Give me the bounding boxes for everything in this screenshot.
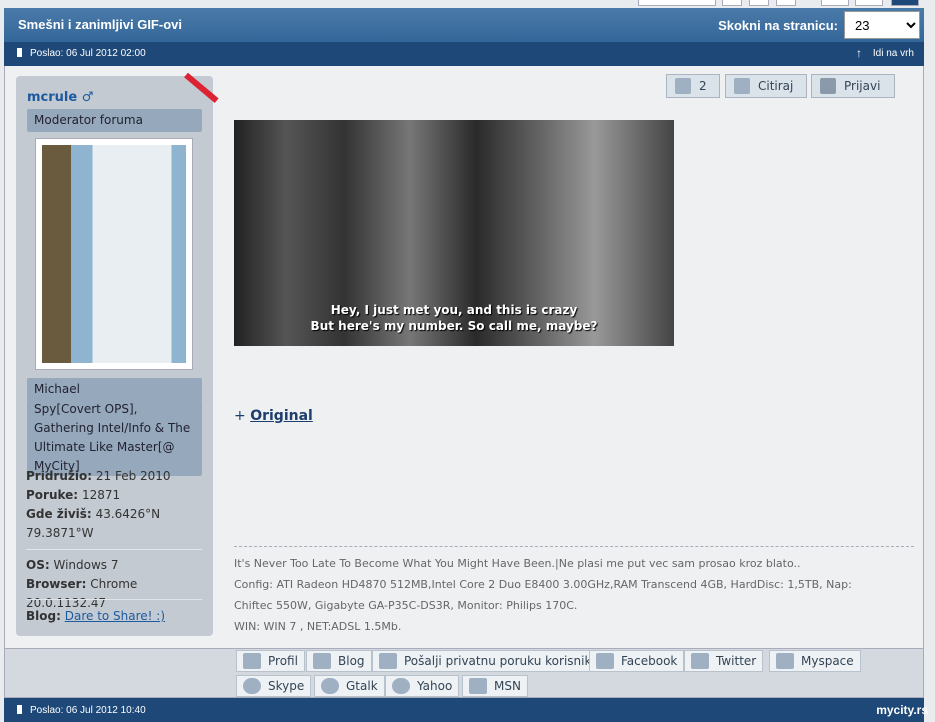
- post-header: Poslao: 06 Jul 2012 02:00 ↑ Idi na vrh: [4, 42, 924, 66]
- page-box[interactable]: [749, 0, 769, 6]
- msn-button[interactable]: MSN: [462, 675, 528, 697]
- post-icon: [17, 705, 22, 714]
- twitter-icon: [691, 653, 709, 669]
- male-icon: ♂: [81, 90, 94, 105]
- divider: [26, 549, 202, 550]
- page-box[interactable]: [722, 0, 742, 6]
- like-button[interactable]: 2: [666, 74, 720, 98]
- page-box[interactable]: [776, 0, 796, 6]
- arrow-up-icon: ↑: [856, 46, 862, 60]
- user-rank: Moderator foruma: [27, 109, 202, 132]
- moderator-ribbon: [184, 72, 219, 104]
- original-toggle[interactable]: + Original: [234, 408, 313, 424]
- user-title: Spy[Covert OPS], Gathering Intel/Info & …: [27, 400, 202, 476]
- user-blog: Blog: Dare to Share! :): [26, 609, 166, 623]
- gtalk-button[interactable]: Gtalk: [314, 675, 385, 697]
- pagination-strip: [0, 0, 935, 8]
- gtalk-icon: [321, 678, 339, 694]
- blog-link[interactable]: Dare to Share! :): [65, 609, 165, 623]
- signature: It's Never Too Late To Become What You M…: [234, 546, 914, 637]
- profile-button[interactable]: Profil: [236, 650, 305, 672]
- topic-header: Smešni i zanimljivi GIF-ovi Skokni na st…: [4, 8, 924, 42]
- original-link[interactable]: Original: [250, 408, 313, 424]
- post-icon: [17, 48, 22, 57]
- topic-title: Smešni i zanimljivi GIF-ovi: [18, 17, 182, 32]
- post-date: Poslao: 06 Jul 2012 02:00: [30, 48, 146, 59]
- real-name: Michael: [27, 378, 202, 401]
- page-box[interactable]: [638, 0, 716, 6]
- yahoo-icon: [392, 678, 410, 694]
- yahoo-button[interactable]: Yahoo: [385, 675, 460, 697]
- pm-button[interactable]: Pošalji privatnu poruku korisniku: [372, 650, 606, 672]
- page-box[interactable]: [821, 0, 849, 6]
- go-top-link[interactable]: Idi na vrh: [873, 48, 914, 59]
- username[interactable]: mcrule ♂: [27, 90, 93, 105]
- user-panel: mcrule ♂ Moderator foruma Michael Spy[Co…: [16, 72, 219, 636]
- jump-label: Skokni na stranicu:: [718, 18, 838, 33]
- watermark: mycity.rs: [876, 703, 928, 717]
- profile-icon: [243, 653, 261, 669]
- contact-bar: Profil Blog Pošalji privatnu poruku kori…: [4, 648, 924, 698]
- blog-button[interactable]: Blog: [306, 650, 372, 672]
- twitter-button[interactable]: Twitter: [684, 650, 764, 672]
- report-button[interactable]: Prijavi: [811, 74, 895, 98]
- facebook-button[interactable]: Facebook: [589, 650, 685, 672]
- warning-icon: [820, 78, 836, 94]
- thumbs-up-icon: [675, 78, 691, 94]
- divider: [26, 599, 202, 600]
- user-stats: Pridružio: 21 Feb 2010 Poruke: 12871 Gde…: [26, 469, 171, 540]
- skype-icon: [243, 678, 261, 694]
- skype-button[interactable]: Skype: [236, 675, 312, 697]
- avatar: [35, 138, 193, 370]
- current-page-box[interactable]: [891, 0, 919, 6]
- jump-page-select[interactable]: 23: [844, 11, 920, 39]
- rss-icon: [313, 653, 331, 669]
- msn-icon: [469, 678, 487, 694]
- page-box[interactable]: [855, 0, 883, 6]
- gif-image: Hey, I just met you, and this is crazy Bu…: [234, 120, 674, 346]
- myspace-button[interactable]: Myspace: [769, 650, 861, 672]
- quote-icon: [734, 78, 750, 94]
- post-body: mcrule ♂ Moderator foruma Michael Spy[Co…: [4, 66, 924, 648]
- next-post-header: Poslao: 06 Jul 2012 10:40 mycity.rs: [4, 698, 928, 722]
- envelope-icon: [379, 653, 397, 669]
- quote-button[interactable]: Citiraj: [725, 74, 807, 98]
- myspace-icon: [776, 653, 794, 669]
- user-system: OS: Windows 7 Browser: Chrome 20.0.1132.…: [26, 558, 138, 610]
- post-date: Poslao: 06 Jul 2012 10:40: [30, 705, 146, 716]
- facebook-icon: [596, 653, 614, 669]
